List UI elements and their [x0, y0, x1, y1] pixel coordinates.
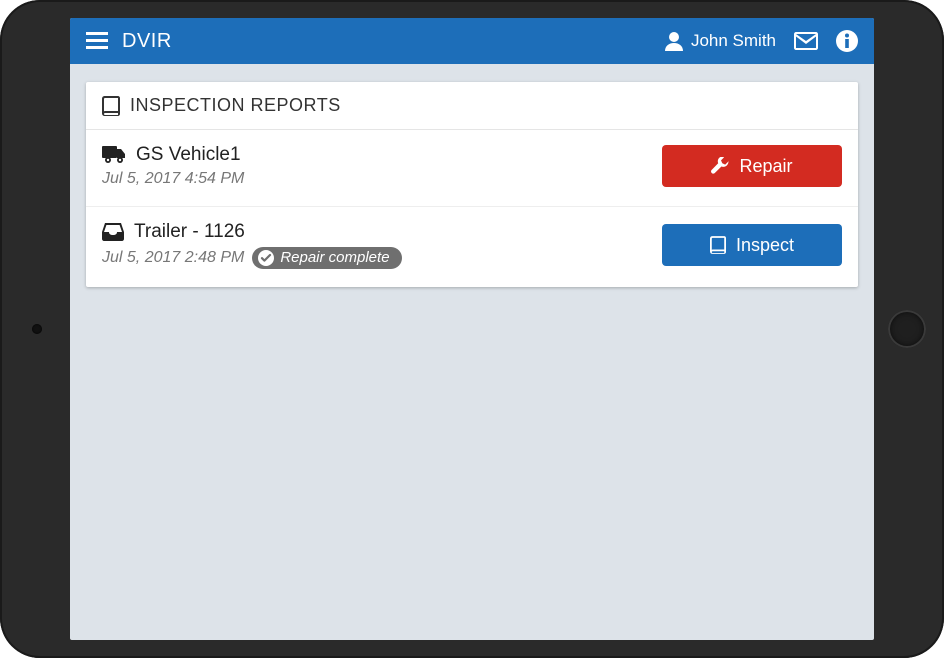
report-sub-line: Jul 5, 2017 4:54 PM	[102, 170, 662, 188]
user-icon	[665, 31, 683, 51]
user-name: John Smith	[691, 31, 776, 51]
card-title: INSPECTION REPORTS	[130, 95, 341, 116]
wrench-icon	[711, 157, 729, 175]
inspection-reports-card: INSPECTION REPORTS GS Vehicle1 Jul 5, 20…	[86, 82, 858, 287]
report-title-line: Trailer - 1126	[102, 221, 662, 243]
report-info: GS Vehicle1 Jul 5, 2017 4:54 PM	[102, 144, 662, 188]
inspect-button[interactable]: Inspect	[662, 224, 842, 266]
repair-button[interactable]: Repair	[662, 145, 842, 187]
check-circle-icon	[258, 250, 274, 266]
menu-icon[interactable]	[86, 32, 108, 50]
book-icon	[710, 236, 726, 254]
status-badge: Repair complete	[252, 247, 401, 269]
app-title: DVIR	[122, 30, 172, 53]
info-icon[interactable]	[836, 30, 858, 52]
button-label: Repair	[739, 156, 792, 177]
inbox-icon	[102, 223, 124, 241]
header-left: DVIR	[86, 30, 172, 53]
truck-icon	[102, 146, 126, 164]
report-timestamp: Jul 5, 2017 2:48 PM	[102, 249, 244, 267]
report-row: Trailer - 1126 Jul 5, 2017 2:48 PM Repai…	[86, 207, 858, 287]
app-header: DVIR John Smith	[70, 18, 874, 64]
user-block[interactable]: John Smith	[665, 31, 776, 51]
card-header: INSPECTION REPORTS	[86, 82, 858, 130]
report-timestamp: Jul 5, 2017 4:54 PM	[102, 170, 244, 188]
button-label: Inspect	[736, 235, 794, 256]
report-name: GS Vehicle1	[136, 144, 241, 166]
report-row: GS Vehicle1 Jul 5, 2017 4:54 PM Repair	[86, 130, 858, 207]
status-label: Repair complete	[280, 249, 389, 266]
report-sub-line: Jul 5, 2017 2:48 PM Repair complete	[102, 247, 662, 269]
book-icon	[102, 96, 120, 116]
report-title-line: GS Vehicle1	[102, 144, 662, 166]
mail-icon[interactable]	[794, 32, 818, 50]
report-name: Trailer - 1126	[134, 221, 245, 243]
app-viewport: DVIR John Smith	[70, 18, 874, 640]
header-right: John Smith	[665, 30, 858, 52]
tablet-frame: DVIR John Smith	[0, 0, 944, 658]
tablet-home-button[interactable]	[888, 310, 926, 348]
tablet-camera	[32, 324, 42, 334]
report-info: Trailer - 1126 Jul 5, 2017 2:48 PM Repai…	[102, 221, 662, 269]
